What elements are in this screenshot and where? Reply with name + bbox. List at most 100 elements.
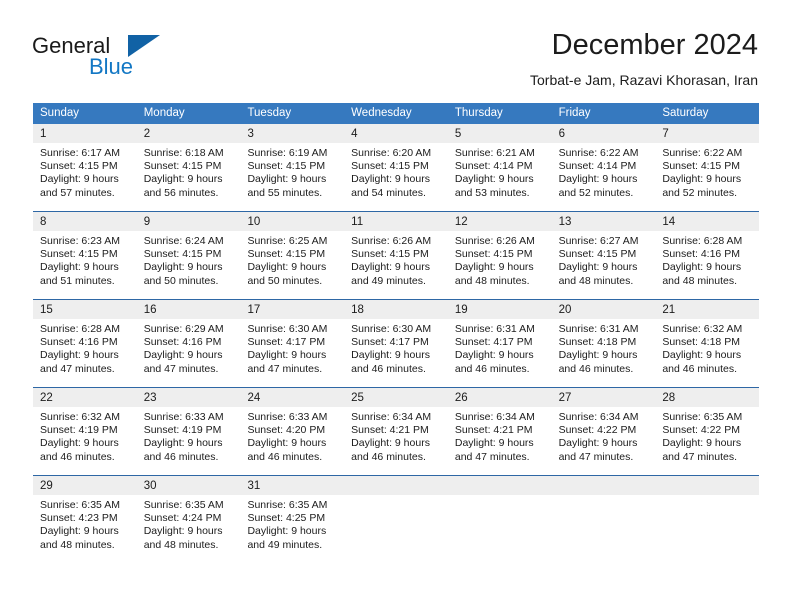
sunrise-text: Sunrise: 6:32 AM [40,411,120,423]
daylight-text-line1: Daylight: 9 hours [143,437,223,450]
daylight-text-line1: Daylight: 9 hours [143,525,223,538]
day-cell[interactable]: 7 Sunrise: 6:22 AM Sunset: 4:15 PM Dayli… [655,124,760,211]
sunrise-text: Sunrise: 6:21 AM [454,147,535,159]
sunset-text: Sunset: 4:15 PM [247,160,326,173]
weekday-header-monday: Monday [143,107,185,119]
daylight-text-line2: and 50 minutes. [247,274,323,287]
day-cell[interactable]: 22 Sunrise: 6:32 AM Sunset: 4:19 PM Dayl… [33,388,137,475]
sunrise-text: Sunrise: 6:23 AM [40,235,120,247]
daylight-text-line2: and 46 minutes. [247,450,323,463]
day-number-band: 22 [33,388,137,407]
day-cell[interactable]: 2 Sunrise: 6:18 AM Sunset: 4:15 PM Dayli… [136,124,241,211]
day-number-band: 27 [551,388,656,407]
daylight-text-line2: and 46 minutes. [143,450,219,463]
sunrise-text: Sunrise: 6:28 AM [40,323,120,335]
sunset-text: Sunset: 4:21 PM [351,424,429,437]
day-details: Sunrise: 6:35 AM Sunset: 4:23 PM Dayligh… [33,495,137,552]
day-cell[interactable]: 10 Sunrise: 6:25 AM Sunset: 4:15 PM Dayl… [240,212,345,299]
day-cell[interactable]: 13 Sunrise: 6:27 AM Sunset: 4:15 PM Dayl… [551,212,656,299]
sunset-text: Sunset: 4:16 PM [662,248,740,261]
day-cell[interactable]: 15 Sunrise: 6:28 AM Sunset: 4:16 PM Dayl… [33,300,137,387]
day-details: Sunrise: 6:28 AM Sunset: 4:16 PM Dayligh… [655,231,759,288]
day-details: Sunrise: 6:35 AM Sunset: 4:24 PM Dayligh… [137,495,241,552]
day-cell[interactable]: 30 Sunrise: 6:35 AM Sunset: 4:24 PM Dayl… [136,476,241,563]
daylight-text-line2: and 47 minutes. [40,362,115,375]
week-row: 8 Sunrise: 6:23 AM Sunset: 4:15 PM Dayli… [33,211,760,299]
day-cell[interactable]: 16 Sunrise: 6:29 AM Sunset: 4:16 PM Dayl… [136,300,241,387]
day-cell[interactable]: 1 Sunrise: 6:17 AM Sunset: 4:15 PM Dayli… [33,124,137,211]
day-cell[interactable]: 25 Sunrise: 6:34 AM Sunset: 4:21 PM Dayl… [344,388,448,475]
day-details: Sunrise: 6:22 AM Sunset: 4:14 PM Dayligh… [552,143,656,200]
sunrise-text: Sunrise: 6:31 AM [454,323,535,335]
page-header: General Blue December 2024 Torbat-e Jam,… [0,0,792,100]
day-number: 9 [143,216,151,228]
day-number-band: 1 [33,124,137,143]
day-cell[interactable]: 23 Sunrise: 6:33 AM Sunset: 4:19 PM Dayl… [136,388,241,475]
daylight-text-line1: Daylight: 9 hours [40,173,119,186]
day-cell[interactable]: 14 Sunrise: 6:28 AM Sunset: 4:16 PM Dayl… [655,212,760,299]
day-number: 6 [558,128,565,140]
day-cell[interactable]: 5 Sunrise: 6:21 AM Sunset: 4:14 PM Dayli… [447,124,552,211]
daylight-text-line1: Daylight: 9 hours [454,349,534,362]
sunset-text: Sunset: 4:15 PM [351,160,429,173]
day-cell[interactable]: 27 Sunrise: 6:34 AM Sunset: 4:22 PM Dayl… [551,388,656,475]
day-number-band: 31 [240,476,345,495]
daylight-text-line2: and 57 minutes. [40,186,115,199]
daylight-text-line1: Daylight: 9 hours [662,437,742,450]
daylight-text-line2: and 47 minutes. [247,362,323,375]
daylight-text-line1: Daylight: 9 hours [247,437,327,450]
day-cell[interactable]: 28 Sunrise: 6:35 AM Sunset: 4:22 PM Dayl… [655,388,760,475]
day-cell[interactable]: 21 Sunrise: 6:32 AM Sunset: 4:18 PM Dayl… [655,300,760,387]
sunset-text: Sunset: 4:25 PM [247,512,326,525]
day-number: 2 [143,128,151,140]
day-details: Sunrise: 6:21 AM Sunset: 4:14 PM Dayligh… [448,143,552,200]
daylight-text-line1: Daylight: 9 hours [662,173,742,186]
daylight-text-line1: Daylight: 9 hours [351,173,430,186]
day-cell[interactable]: 18 Sunrise: 6:30 AM Sunset: 4:17 PM Dayl… [344,300,448,387]
day-cell[interactable]: 4 Sunrise: 6:20 AM Sunset: 4:15 PM Dayli… [344,124,448,211]
day-cell[interactable]: 8 Sunrise: 6:23 AM Sunset: 4:15 PM Dayli… [33,212,137,299]
day-cell[interactable]: 19 Sunrise: 6:31 AM Sunset: 4:17 PM Dayl… [447,300,552,387]
day-cell[interactable]: 3 Sunrise: 6:19 AM Sunset: 4:15 PM Dayli… [240,124,345,211]
day-cell-empty [344,476,448,563]
daylight-text-line2: and 46 minutes. [351,362,426,375]
daylight-text-line2: and 46 minutes. [454,362,530,375]
sunrise-text: Sunrise: 6:24 AM [143,235,224,247]
day-number: 18 [351,304,364,316]
sunrise-text: Sunrise: 6:35 AM [143,499,224,511]
day-cell[interactable]: 24 Sunrise: 6:33 AM Sunset: 4:20 PM Dayl… [240,388,345,475]
sunrise-text: Sunrise: 6:28 AM [662,235,743,247]
sunset-text: Sunset: 4:20 PM [247,424,326,437]
day-cell-empty [655,476,760,563]
week-row: 1 Sunrise: 6:17 AM Sunset: 4:15 PM Dayli… [33,124,760,211]
daylight-text-line2: and 47 minutes. [454,450,530,463]
daylight-text-line2: and 51 minutes. [40,274,115,287]
day-cell[interactable]: 12 Sunrise: 6:26 AM Sunset: 4:15 PM Dayl… [447,212,552,299]
day-number-band: 5 [447,124,552,143]
day-number-band: 17 [240,300,345,319]
day-details: Sunrise: 6:30 AM Sunset: 4:17 PM Dayligh… [240,319,344,376]
sunset-text: Sunset: 4:16 PM [143,336,222,349]
day-cell[interactable]: 26 Sunrise: 6:34 AM Sunset: 4:21 PM Dayl… [447,388,552,475]
brand-logo[interactable]: General Blue [32,34,262,82]
day-cell[interactable]: 9 Sunrise: 6:24 AM Sunset: 4:15 PM Dayli… [136,212,241,299]
day-cell[interactable]: 17 Sunrise: 6:30 AM Sunset: 4:17 PM Dayl… [240,300,345,387]
calendar-page: General Blue December 2024 Torbat-e Jam,… [0,0,792,612]
daylight-text-line2: and 50 minutes. [143,274,219,287]
day-number: 4 [351,128,358,140]
sunrise-text: Sunrise: 6:17 AM [40,147,120,159]
daylight-text-line2: and 49 minutes. [247,538,323,551]
day-cell[interactable]: 31 Sunrise: 6:35 AM Sunset: 4:25 PM Dayl… [240,476,345,563]
day-number-band: 23 [136,388,241,407]
daylight-text-line1: Daylight: 9 hours [40,437,119,450]
day-details: Sunrise: 6:18 AM Sunset: 4:15 PM Dayligh… [137,143,241,200]
day-cell[interactable]: 29 Sunrise: 6:35 AM Sunset: 4:23 PM Dayl… [33,476,137,563]
day-number: 31 [247,480,261,492]
day-cell[interactable]: 20 Sunrise: 6:31 AM Sunset: 4:18 PM Dayl… [551,300,656,387]
sunset-text: Sunset: 4:15 PM [351,248,429,261]
day-cell[interactable]: 6 Sunrise: 6:22 AM Sunset: 4:14 PM Dayli… [551,124,656,211]
day-details: Sunrise: 6:32 AM Sunset: 4:18 PM Dayligh… [655,319,759,376]
day-cell[interactable]: 11 Sunrise: 6:26 AM Sunset: 4:15 PM Dayl… [344,212,448,299]
day-details: Sunrise: 6:34 AM Sunset: 4:21 PM Dayligh… [448,407,552,464]
sunrise-text: Sunrise: 6:34 AM [351,411,432,423]
